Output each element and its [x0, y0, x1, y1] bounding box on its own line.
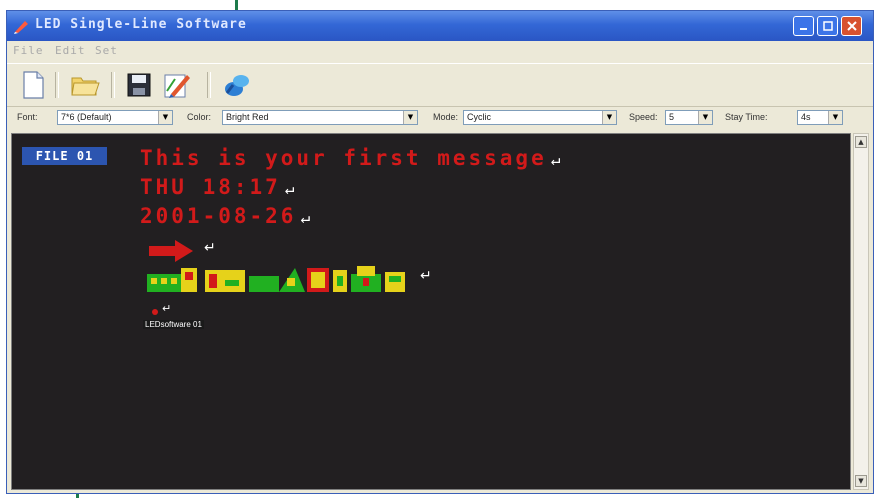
send-transfer-icon[interactable] — [221, 69, 253, 101]
new-file-icon[interactable] — [17, 69, 49, 101]
minimize-button[interactable] — [793, 16, 814, 36]
message-line-3[interactable]: 2001-08-26 ↵ — [140, 204, 310, 228]
chevron-down-icon[interactable]: ▼ — [698, 111, 712, 124]
options-bar: Font: 7*6 (Default) ▼ Color: Bright Red … — [7, 106, 873, 132]
color-label: Color: — [187, 112, 212, 122]
toolbar-separator — [207, 72, 211, 98]
color-value: Bright Red — [226, 112, 269, 122]
pictogram-banner[interactable] — [145, 262, 410, 296]
menu-edit[interactable]: Edit — [55, 44, 86, 57]
title-bar[interactable]: LED Single-Line Software — [7, 11, 873, 41]
chevron-down-icon[interactable]: ▼ — [403, 111, 417, 124]
red-dot-graphic[interactable] — [152, 309, 158, 315]
font-value: 7*6 (Default) — [61, 112, 112, 122]
toolbar-separator — [55, 72, 59, 98]
speed-label: Speed: — [629, 112, 658, 122]
save-icon[interactable] — [123, 69, 155, 101]
menu-bar: File Edit Set — [7, 41, 873, 61]
font-select[interactable]: 7*6 (Default) ▼ — [57, 110, 173, 125]
color-select[interactable]: Bright Red ▼ — [222, 110, 418, 125]
file-tag[interactable]: FILE 01 — [22, 147, 107, 165]
return-icon: ↵ — [162, 302, 172, 315]
return-icon: ↵ — [420, 268, 432, 284]
message-text: This is your first message — [140, 146, 547, 170]
mode-select[interactable]: Cyclic ▼ — [463, 110, 617, 125]
vertical-scrollbar[interactable]: ▲ ▼ — [853, 133, 869, 490]
close-button[interactable] — [841, 16, 862, 36]
stay-time-label: Stay Time: — [725, 112, 768, 122]
scroll-up-button[interactable]: ▲ — [855, 136, 867, 148]
message-line-1[interactable]: This is your first message ↵ — [140, 146, 560, 170]
minimize-icon — [794, 17, 813, 35]
maximize-icon — [818, 17, 837, 35]
chevron-down-icon[interactable]: ▼ — [158, 111, 172, 124]
speed-select[interactable]: 5 ▼ — [665, 110, 713, 125]
edit-pen-icon[interactable] — [161, 69, 193, 101]
small-text-label: LEDsoftware 01 — [143, 320, 204, 329]
return-icon: ↵ — [204, 240, 216, 256]
toolbar — [7, 63, 873, 107]
open-folder-icon[interactable] — [69, 69, 101, 101]
maximize-button[interactable] — [817, 16, 838, 36]
stay-time-select[interactable]: 4s ▼ — [797, 110, 843, 125]
menu-set[interactable]: Set — [95, 44, 118, 57]
app-pen-icon — [14, 21, 28, 34]
mode-value: Cyclic — [467, 112, 491, 122]
toolbar-separator — [111, 72, 115, 98]
chevron-down-icon[interactable]: ▼ — [602, 111, 616, 124]
stay-time-value: 4s — [801, 112, 811, 122]
speed-value: 5 — [669, 112, 675, 122]
return-icon: ↵ — [284, 179, 295, 198]
mode-label: Mode: — [433, 112, 459, 122]
message-line-2[interactable]: THU 18:17 ↵ — [140, 175, 294, 199]
close-icon — [842, 17, 861, 35]
menu-file[interactable]: File — [13, 44, 44, 57]
return-icon: ↵ — [300, 208, 311, 227]
font-label: Font: — [17, 112, 38, 122]
red-arrow-icon[interactable] — [147, 239, 197, 263]
app-window: LED Single-Line Software File Edit Set F… — [6, 10, 874, 494]
window-title: LED Single-Line Software — [35, 17, 247, 32]
time-text: THU 18:17 — [140, 175, 281, 199]
chevron-down-icon[interactable]: ▼ — [828, 111, 842, 124]
scroll-down-button[interactable]: ▼ — [855, 475, 867, 487]
date-text: 2001-08-26 — [140, 204, 297, 228]
message-editor[interactable]: FILE 01 This is your first message ↵ THU … — [11, 133, 851, 490]
return-icon: ↵ — [550, 150, 561, 169]
